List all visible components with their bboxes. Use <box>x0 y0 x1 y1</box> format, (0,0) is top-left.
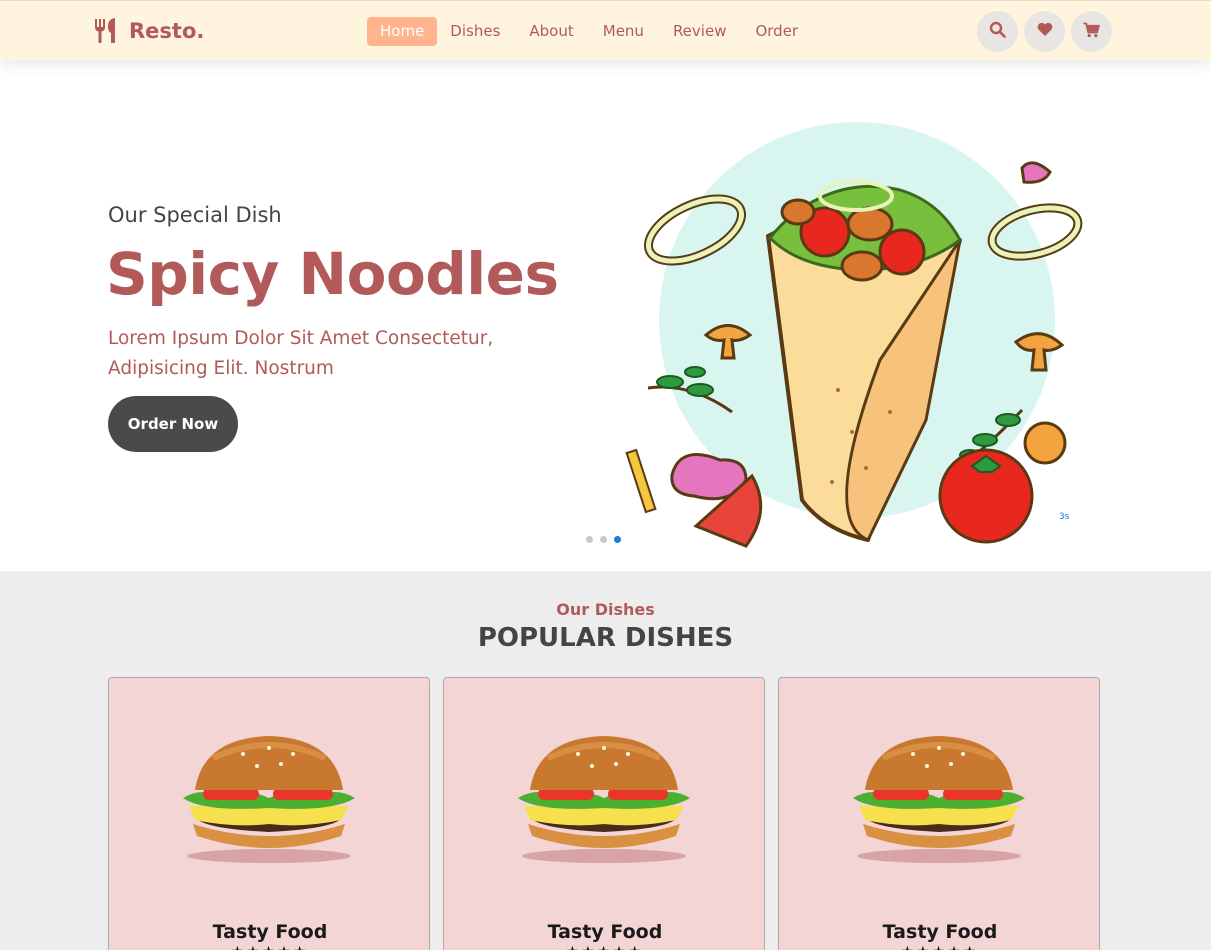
cart-button[interactable] <box>1071 11 1112 52</box>
dish-card[interactable]: Tasty Food ★★★★★ <box>108 677 430 950</box>
slider-pagination <box>586 536 628 543</box>
slider-dot[interactable] <box>586 536 593 543</box>
burger-image <box>183 736 355 863</box>
rating-stars: ★★★★★ <box>779 944 1099 950</box>
rating-stars: ★★★★★ <box>109 944 429 950</box>
heart-icon <box>1037 22 1053 41</box>
logo-text: Resto. <box>129 19 205 43</box>
burger-image <box>853 736 1025 863</box>
wishlist-button[interactable] <box>1024 11 1065 52</box>
logo[interactable]: Resto. <box>94 16 204 46</box>
dish-card[interactable]: Tasty Food ★★★★★ <box>443 677 765 950</box>
hero-description: Lorem Ipsum Dolor Sit Amet Consectetur, … <box>108 328 494 379</box>
nav-dishes[interactable]: Dishes <box>441 17 509 46</box>
search-icon <box>989 21 1006 42</box>
dish-name: Tasty Food <box>547 921 663 943</box>
site-header: Resto. Home Dishes About Menu Review Ord… <box>0 0 1211 60</box>
order-now-button[interactable]: Order Now <box>108 396 238 452</box>
rating-stars: ★★★★★ <box>444 944 764 950</box>
autoplay-timer: 3s <box>1059 512 1070 522</box>
main-nav: Home Dishes About Menu Review Order <box>367 17 818 46</box>
hero-title: Spicy Noodles <box>106 240 559 308</box>
dish-name: Tasty Food <box>212 921 328 943</box>
dish-card[interactable]: Tasty Food ★★★★★ <box>778 677 1100 950</box>
nav-home[interactable]: Home <box>367 17 438 46</box>
hero-subtitle: Our Special Dish <box>108 203 282 227</box>
dishes-section: Our Dishes POPULAR DISHES Tasty Food ★★★… <box>0 571 1211 950</box>
nav-about[interactable]: About <box>520 17 582 46</box>
nav-menu[interactable]: Menu <box>594 17 653 46</box>
cart-icon <box>1083 22 1100 42</box>
burger-image <box>518 736 690 863</box>
section-subtitle: Our Dishes <box>556 600 655 619</box>
section-title: POPULAR DISHES <box>477 623 734 653</box>
slider-dot-active[interactable] <box>614 536 621 543</box>
search-button[interactable] <box>977 11 1018 52</box>
slider-dot[interactable] <box>600 536 607 543</box>
dish-name: Tasty Food <box>882 921 998 943</box>
utensils-icon <box>94 18 118 44</box>
nav-order[interactable]: Order <box>746 17 807 46</box>
nav-review[interactable]: Review <box>664 17 736 46</box>
hero-slider: Our Special Dish Spicy Noodles Lorem Ips… <box>0 60 1211 571</box>
wrap-illustration <box>620 120 1100 550</box>
